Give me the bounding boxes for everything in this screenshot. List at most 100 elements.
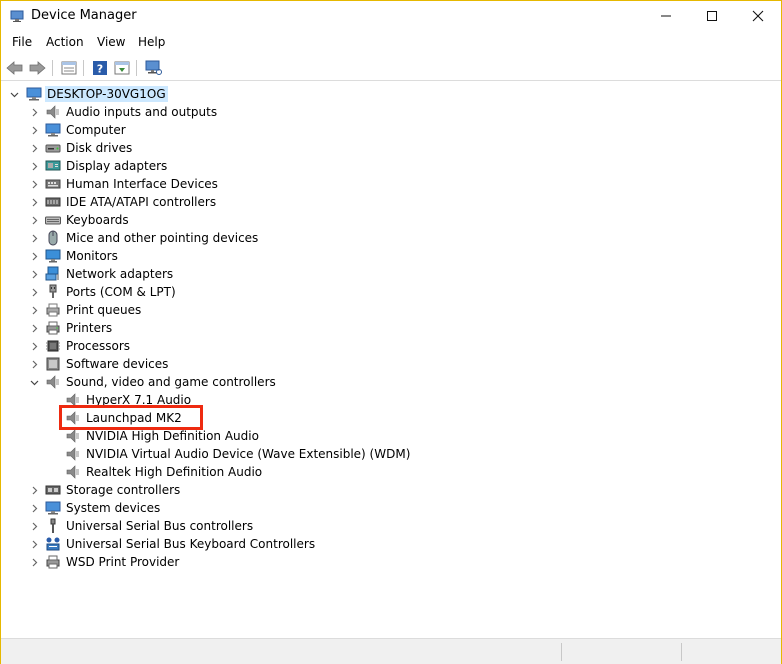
- close-button[interactable]: [735, 1, 781, 31]
- expand-chevron-icon[interactable]: [29, 157, 39, 175]
- expand-chevron-icon[interactable]: [29, 337, 39, 355]
- back-button[interactable]: [5, 58, 25, 78]
- help-icon: ?: [93, 61, 107, 76]
- tree-node-label: System devices: [66, 501, 161, 515]
- expand-chevron-icon[interactable]: [29, 517, 39, 535]
- hid-icon: [45, 179, 61, 189]
- device-manager-app-icon: [10, 10, 24, 22]
- toolbar: ?: [1, 55, 781, 81]
- tree-category-node[interactable]: Software devices: [1, 355, 781, 373]
- tree-category-node[interactable]: Monitors: [1, 247, 781, 265]
- annotation-highlight-box: [59, 405, 203, 430]
- device-manager-window: Device Manager File Action View Help ? D…: [0, 0, 782, 664]
- disk-drive-icon: [45, 144, 61, 153]
- back-arrow-icon: [6, 61, 23, 75]
- tree-node-label: WSD Print Provider: [66, 555, 180, 569]
- menu-action[interactable]: Action: [46, 35, 84, 49]
- tree-node-label: Keyboards: [66, 213, 129, 227]
- tree-category-node[interactable]: Printers: [1, 319, 781, 337]
- tree-node-label: Mice and other pointing devices: [66, 231, 259, 245]
- network-adapter-icon: [45, 266, 59, 281]
- minimize-button[interactable]: [643, 1, 689, 31]
- menu-file[interactable]: File: [12, 35, 32, 49]
- tree-category-node[interactable]: System devices: [1, 499, 781, 517]
- expand-chevron-icon[interactable]: [29, 103, 39, 121]
- expand-chevron-icon[interactable]: [29, 301, 39, 319]
- ide-controller-icon: [45, 197, 61, 207]
- tree-category-node[interactable]: Universal Serial Bus Keyboard Controller…: [1, 535, 781, 553]
- close-icon: [752, 10, 764, 22]
- speaker-icon: [66, 465, 79, 479]
- scan-hardware-icon: [145, 60, 162, 75]
- expand-chevron-icon[interactable]: [29, 499, 39, 517]
- wsd-print-icon: [46, 555, 60, 569]
- expand-chevron-icon[interactable]: [29, 319, 39, 337]
- display-adapter-icon: [45, 160, 61, 171]
- speaker-icon: [46, 375, 59, 389]
- tree-category-node[interactable]: Computer: [1, 121, 781, 139]
- tree-category-node[interactable]: Audio inputs and outputs: [1, 103, 781, 121]
- speaker-icon: [66, 429, 79, 443]
- tree-node-label: DESKTOP-30VG1OG: [45, 86, 168, 102]
- tree-node-label: IDE ATA/ATAPI controllers: [66, 195, 217, 209]
- expand-chevron-icon[interactable]: [29, 247, 39, 265]
- tree-category-node[interactable]: Sound, video and game controllers: [1, 373, 781, 391]
- tree-node-label: Processors: [66, 339, 131, 353]
- system-device-icon: [45, 501, 61, 515]
- expand-chevron-icon[interactable]: [29, 193, 39, 211]
- forward-button[interactable]: [27, 58, 47, 78]
- window-title: Device Manager: [31, 8, 137, 23]
- expand-chevron-icon[interactable]: [29, 265, 39, 283]
- forward-arrow-icon: [29, 61, 46, 75]
- software-device-icon: [46, 357, 60, 371]
- properties-button[interactable]: [59, 58, 79, 78]
- help-button[interactable]: ?: [90, 58, 110, 78]
- tree-category-node[interactable]: Network adapters: [1, 265, 781, 283]
- usb-keyboard-icon: [46, 537, 60, 551]
- tree-node-label: Universal Serial Bus Keyboard Controller…: [66, 537, 316, 551]
- device-tree[interactable]: DESKTOP-30VG1OG Audio inputs and outputs C…: [1, 82, 781, 637]
- tree-node-label: Print queues: [66, 303, 142, 317]
- update-driver-button[interactable]: [112, 58, 132, 78]
- title-bar[interactable]: Device Manager: [1, 1, 781, 31]
- collapse-chevron-icon[interactable]: [9, 85, 19, 103]
- toolbar-separator: [83, 60, 84, 76]
- tree-category-node[interactable]: IDE ATA/ATAPI controllers: [1, 193, 781, 211]
- tree-category-node[interactable]: Print queues: [1, 301, 781, 319]
- status-separator: [561, 643, 562, 661]
- expand-chevron-icon[interactable]: [29, 481, 39, 499]
- tree-category-node[interactable]: Disk drives: [1, 139, 781, 157]
- tree-device-node[interactable]: Realtek High Definition Audio: [1, 463, 781, 481]
- tree-category-node[interactable]: Ports (COM & LPT): [1, 283, 781, 301]
- tree-category-node[interactable]: Keyboards: [1, 211, 781, 229]
- scan-hardware-button[interactable]: [143, 58, 163, 78]
- tree-category-node[interactable]: WSD Print Provider: [1, 553, 781, 571]
- expand-chevron-icon[interactable]: [29, 535, 39, 553]
- expand-chevron-icon[interactable]: [29, 211, 39, 229]
- tree-root-node[interactable]: DESKTOP-30VG1OG: [1, 85, 781, 103]
- expand-chevron-icon[interactable]: [29, 139, 39, 157]
- usb-icon: [50, 518, 56, 533]
- tree-category-node[interactable]: Display adapters: [1, 157, 781, 175]
- expand-chevron-icon[interactable]: [29, 283, 39, 301]
- tree-node-label: Display adapters: [66, 159, 168, 173]
- expand-chevron-icon[interactable]: [29, 121, 39, 139]
- menu-help[interactable]: Help: [138, 35, 165, 49]
- expand-chevron-icon[interactable]: [29, 553, 39, 571]
- tree-category-node[interactable]: Human Interface Devices: [1, 175, 781, 193]
- expand-chevron-icon[interactable]: [29, 175, 39, 193]
- tree-category-node[interactable]: Processors: [1, 337, 781, 355]
- collapse-chevron-icon[interactable]: [29, 373, 39, 391]
- tree-category-node[interactable]: Storage controllers: [1, 481, 781, 499]
- tree-node-label: Software devices: [66, 357, 169, 371]
- tree-category-node[interactable]: Mice and other pointing devices: [1, 229, 781, 247]
- speaker-icon: [46, 105, 59, 119]
- expand-chevron-icon[interactable]: [29, 355, 39, 373]
- tree-device-node[interactable]: NVIDIA Virtual Audio Device (Wave Extens…: [1, 445, 781, 463]
- tree-category-node[interactable]: Universal Serial Bus controllers: [1, 517, 781, 535]
- expand-chevron-icon[interactable]: [29, 229, 39, 247]
- tree-node-label: Printers: [66, 321, 113, 335]
- menu-view[interactable]: View: [97, 35, 125, 49]
- tree-node-label: Disk drives: [66, 141, 133, 155]
- maximize-button[interactable]: [689, 1, 735, 31]
